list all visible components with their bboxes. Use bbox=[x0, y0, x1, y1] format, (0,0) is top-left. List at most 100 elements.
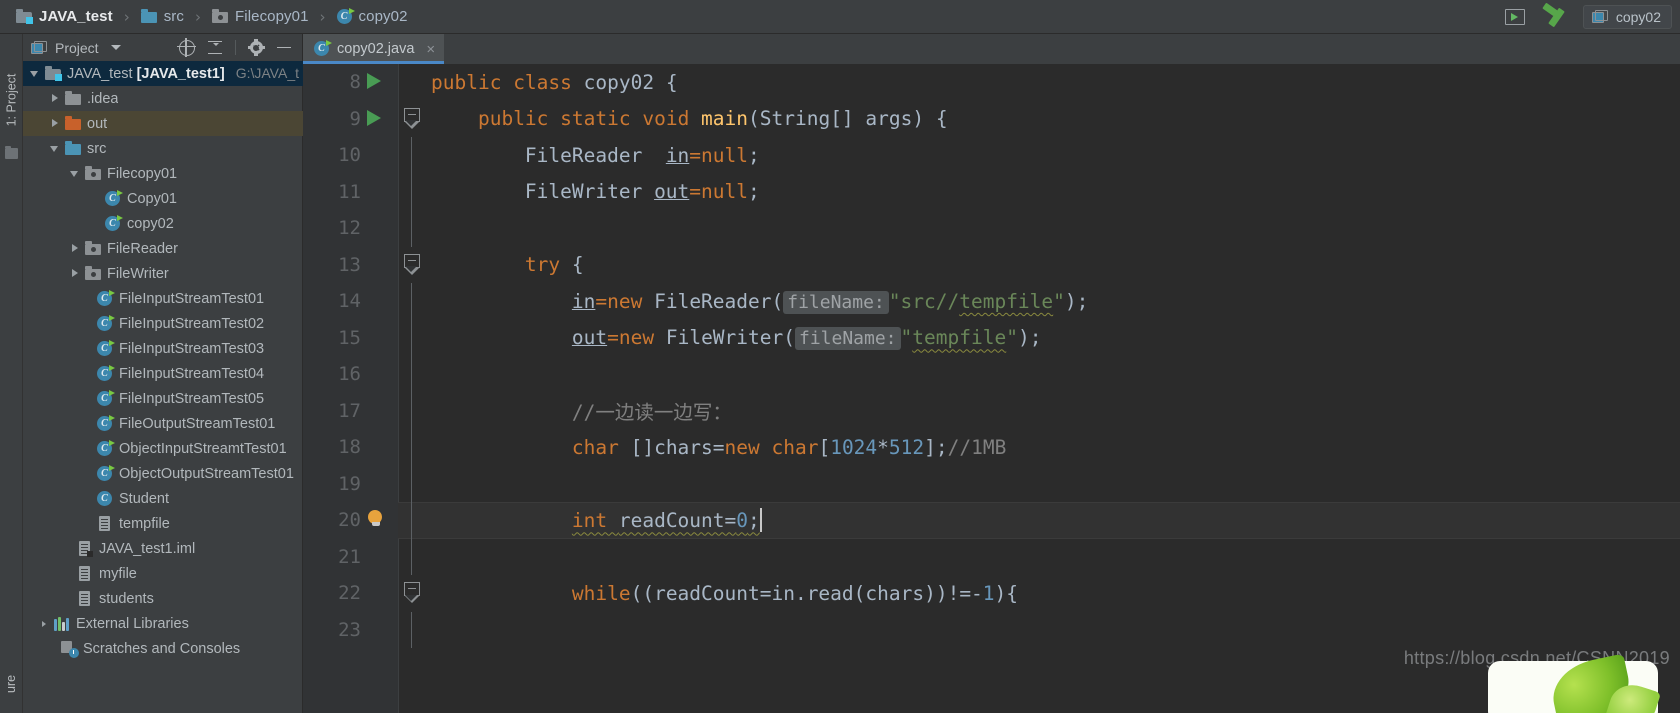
tree-node-label: FileInputStreamTest05 bbox=[119, 390, 265, 407]
tree-node-fileinputstreamtest03[interactable]: C FileInputStreamTest03 bbox=[23, 336, 303, 361]
tool-window-button-structure[interactable]: ure bbox=[0, 659, 23, 709]
collapse-all-icon[interactable] bbox=[207, 40, 223, 56]
tree-node-label: FileInputStreamTest04 bbox=[119, 365, 265, 382]
code-token: in bbox=[571, 289, 596, 313]
breadcrumb-item-class[interactable]: C copy02 bbox=[335, 0, 410, 34]
tree-node-src[interactable]: src bbox=[23, 136, 303, 161]
lightbulb-icon[interactable] bbox=[367, 510, 384, 527]
tree-node-scratches-and-consoles[interactable]: Scratches and Consoles bbox=[23, 636, 303, 661]
tool-window-button-project[interactable]: 1: Project bbox=[0, 40, 23, 160]
chevron-down-icon[interactable] bbox=[69, 167, 82, 180]
tree-node--idea[interactable]: .idea bbox=[23, 86, 303, 111]
tree-node-copy01[interactable]: C Copy01 bbox=[23, 186, 303, 211]
code-token: readCount= bbox=[618, 509, 737, 533]
chevron-right-icon[interactable] bbox=[49, 92, 62, 105]
tree-node-objectoutputstreamtest01[interactable]: C ObjectOutputStreamTest01 bbox=[23, 461, 303, 486]
tree-node-java-test1-iml[interactable]: JAVA_test1.iml bbox=[23, 536, 303, 561]
fold-marker-icon[interactable] bbox=[404, 582, 420, 603]
code-token: FileReader bbox=[524, 143, 666, 167]
tree-node-fileinputstreamtest05[interactable]: C FileInputStreamTest05 bbox=[23, 386, 303, 411]
tree-node-fileinputstreamtest04[interactable]: C FileInputStreamTest04 bbox=[23, 361, 303, 386]
code-token: out bbox=[654, 180, 690, 204]
code-line-13[interactable]: 13 try { bbox=[303, 247, 1680, 284]
folder-icon bbox=[140, 8, 158, 24]
tree-node-java-test[interactable]: JAVA_test [JAVA_test1] G:\JAVA_te bbox=[23, 61, 303, 86]
chevron-down-icon[interactable] bbox=[110, 45, 121, 50]
fold-marker-icon[interactable] bbox=[404, 253, 420, 275]
editor-tab-copy02[interactable]: C copy02.java × bbox=[303, 34, 445, 64]
code-editor[interactable]: 8 public class copy02 {9 public static vo… bbox=[303, 64, 1680, 713]
code-token: new bbox=[724, 435, 772, 459]
hammer-build-icon[interactable] bbox=[1541, 2, 1567, 29]
tree-node-myfile[interactable]: myfile bbox=[23, 561, 303, 586]
run-configuration-selector[interactable]: copy02 bbox=[1582, 5, 1672, 29]
code-line-18[interactable]: 18 char []chars=new char[1024*512];//1MB bbox=[303, 429, 1680, 466]
code-line-12[interactable]: 12 bbox=[303, 210, 1680, 247]
java-class-icon: C bbox=[336, 7, 355, 25]
project-panel-title: Project bbox=[55, 39, 99, 56]
tree-node-tempfile[interactable]: tempfile bbox=[23, 511, 303, 536]
code-line-22[interactable]: 22 while((readCount=in.read(chars))!=-1)… bbox=[303, 575, 1680, 612]
toolbar-right: copy02 bbox=[1504, 0, 1680, 34]
tree-node-filewriter[interactable]: FileWriter bbox=[23, 261, 303, 286]
tree-node-fileinputstreamtest01[interactable]: C FileInputStreamTest01 bbox=[23, 286, 303, 311]
code-line-15[interactable]: 15 out=new FileWriter(fileName: "tempfile… bbox=[303, 319, 1680, 356]
run-icon[interactable] bbox=[1504, 9, 1525, 25]
code-text: while((readCount=in.read(chars))!=-1){ bbox=[431, 582, 1018, 605]
code-token: in bbox=[665, 143, 690, 167]
chevron-down-icon[interactable] bbox=[49, 142, 62, 155]
tool-window-label: 1: Project bbox=[4, 73, 19, 127]
libraries-icon bbox=[54, 616, 70, 631]
tree-node-fileinputstreamtest02[interactable]: C FileInputStreamTest02 bbox=[23, 311, 303, 336]
code-line-17[interactable]: 17 //一边读一边写： bbox=[303, 392, 1680, 429]
editor-tab-bar: C copy02.java × bbox=[303, 34, 1680, 64]
code-line-8[interactable]: 8 public class copy02 { bbox=[303, 64, 1680, 101]
settings-gear-icon[interactable] bbox=[247, 39, 265, 56]
locate-target-icon[interactable] bbox=[177, 37, 196, 57]
code-token: = bbox=[689, 143, 702, 167]
project-tree[interactable]: JAVA_test [JAVA_test1] G:\JAVA_te .idea ou… bbox=[23, 61, 303, 713]
breadcrumb-item-src[interactable]: src bbox=[139, 0, 186, 34]
code-line-11[interactable]: 11 FileWriter out=null; bbox=[303, 173, 1680, 210]
tree-node-filecopy01[interactable]: Filecopy01 bbox=[23, 161, 303, 186]
code-line-21[interactable]: 21 bbox=[303, 538, 1680, 575]
run-gutter-icon[interactable] bbox=[367, 73, 381, 89]
chevron-down-icon[interactable] bbox=[29, 67, 42, 80]
chevron-right-icon[interactable] bbox=[69, 267, 82, 280]
tree-node-external-libraries[interactable]: External Libraries bbox=[23, 611, 303, 636]
breadcrumb-item-package[interactable]: Filecopy01 bbox=[210, 0, 311, 34]
tree-node-out[interactable]: out bbox=[23, 111, 303, 136]
code-line-9[interactable]: 9 public static void main(String[] args)… bbox=[303, 101, 1680, 138]
tree-node-students[interactable]: students bbox=[23, 586, 303, 611]
breadcrumb-separator: › bbox=[123, 7, 130, 26]
run-gutter-icon[interactable] bbox=[367, 109, 381, 126]
chevron-right-icon[interactable] bbox=[69, 242, 82, 255]
tree-node-label: .idea bbox=[87, 90, 119, 107]
hide-minimize-icon[interactable] bbox=[276, 40, 292, 56]
breadcrumb-item-project[interactable]: JAVA_test bbox=[14, 0, 115, 34]
tree-node-objectinputstreamttest01[interactable]: C ObjectInputStreamtTest01 bbox=[23, 436, 303, 461]
folder-icon bbox=[5, 146, 18, 159]
java-class-icon: C bbox=[97, 364, 115, 382]
fold-marker-icon[interactable] bbox=[404, 107, 420, 129]
code-line-16[interactable]: 16 bbox=[303, 356, 1680, 393]
tree-node-copy02[interactable]: Ccopy02 bbox=[23, 211, 303, 236]
tree-node-fileoutputstreamtest01[interactable]: C FileOutputStreamTest01 bbox=[23, 411, 303, 436]
tree-node-student[interactable]: C Student bbox=[23, 486, 303, 511]
code-line-10[interactable]: 10 FileReader in=null; bbox=[303, 137, 1680, 174]
tree-node-filereader[interactable]: FileReader bbox=[23, 236, 303, 261]
left-tool-window-strip: 1: Project ure bbox=[0, 34, 23, 713]
close-icon[interactable]: × bbox=[426, 42, 435, 57]
chevron-right-icon[interactable] bbox=[38, 617, 51, 630]
code-line-23[interactable]: 23 bbox=[303, 611, 1680, 648]
code-line-20[interactable]: 20 int readCount=0; bbox=[303, 502, 1680, 539]
code-token: 1024 bbox=[830, 435, 878, 459]
chevron-right-icon[interactable] bbox=[49, 117, 62, 130]
code-line-14[interactable]: 14 in=new FileReader(fileName: "src//temp… bbox=[303, 283, 1680, 320]
code-token: " bbox=[900, 326, 913, 350]
tree-node-label: FileInputStreamTest02 bbox=[119, 315, 265, 332]
code-line-19[interactable]: 19 bbox=[303, 465, 1680, 502]
tree-node-label: Scratches and Consoles bbox=[83, 640, 241, 657]
